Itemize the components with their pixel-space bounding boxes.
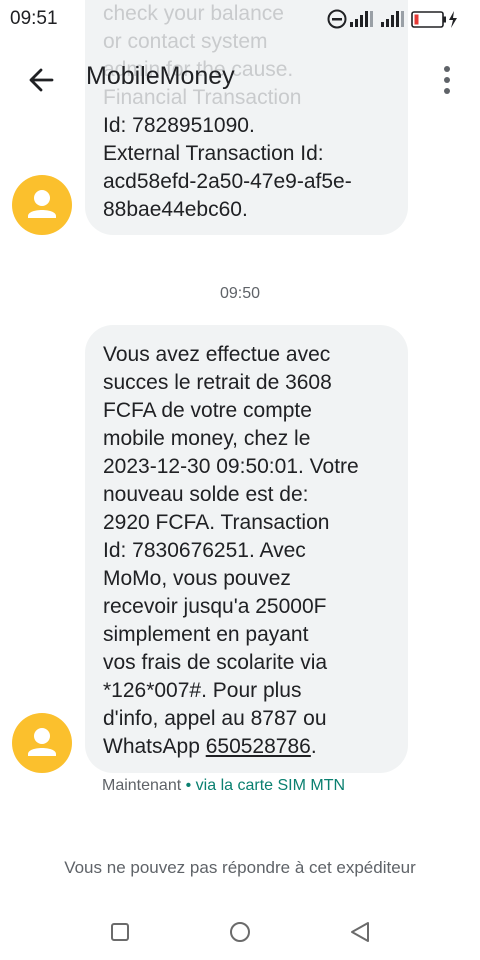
conversation-title: MobileMoney <box>86 62 235 90</box>
do-not-disturb-icon <box>327 9 347 29</box>
signal-icon <box>350 11 373 27</box>
message-bubble[interactable]: Vous avez effectue avec succes le retrai… <box>85 325 408 773</box>
more-vert-icon <box>444 66 450 94</box>
system-nav-bar <box>0 900 480 960</box>
back-button[interactable] <box>22 60 62 100</box>
person-icon <box>28 190 56 218</box>
phone-link[interactable]: 650528786 <box>206 735 311 758</box>
status-icons <box>326 7 466 29</box>
message-text: Id: 7828951090. External Transaction Id:… <box>103 114 352 221</box>
message-timestamp: 09:50 <box>219 285 261 302</box>
person-icon <box>28 728 56 756</box>
sim-label: • via la carte SIM MTN <box>181 777 346 794</box>
message-text-end: . <box>310 735 317 758</box>
status-bar: 09:51 <box>0 0 480 38</box>
recents-button[interactable] <box>100 912 140 952</box>
message-meta: Maintenant • via la carte SIM MTN <box>102 777 345 795</box>
recents-icon <box>111 923 129 941</box>
sender-avatar[interactable] <box>12 175 72 235</box>
sender-avatar[interactable] <box>12 713 72 773</box>
message-text: Vous avez effectue avec succes le retrai… <box>103 343 359 758</box>
home-button[interactable] <box>220 912 260 952</box>
triangle-back-icon <box>351 922 369 942</box>
arrow-back-icon <box>29 68 54 92</box>
battery-charging-icon <box>411 11 457 28</box>
app-toolbar: MobileMoney <box>0 38 480 120</box>
status-time: 09:51 <box>10 8 58 29</box>
signal-icon <box>381 11 404 27</box>
home-icon <box>230 922 250 942</box>
overflow-menu-button[interactable] <box>430 60 464 100</box>
sent-status: Maintenant <box>102 777 182 794</box>
no-reply-notice: Vous ne pouvez pas répondre à cet expédi… <box>64 858 416 877</box>
nav-back-button[interactable] <box>340 912 380 952</box>
